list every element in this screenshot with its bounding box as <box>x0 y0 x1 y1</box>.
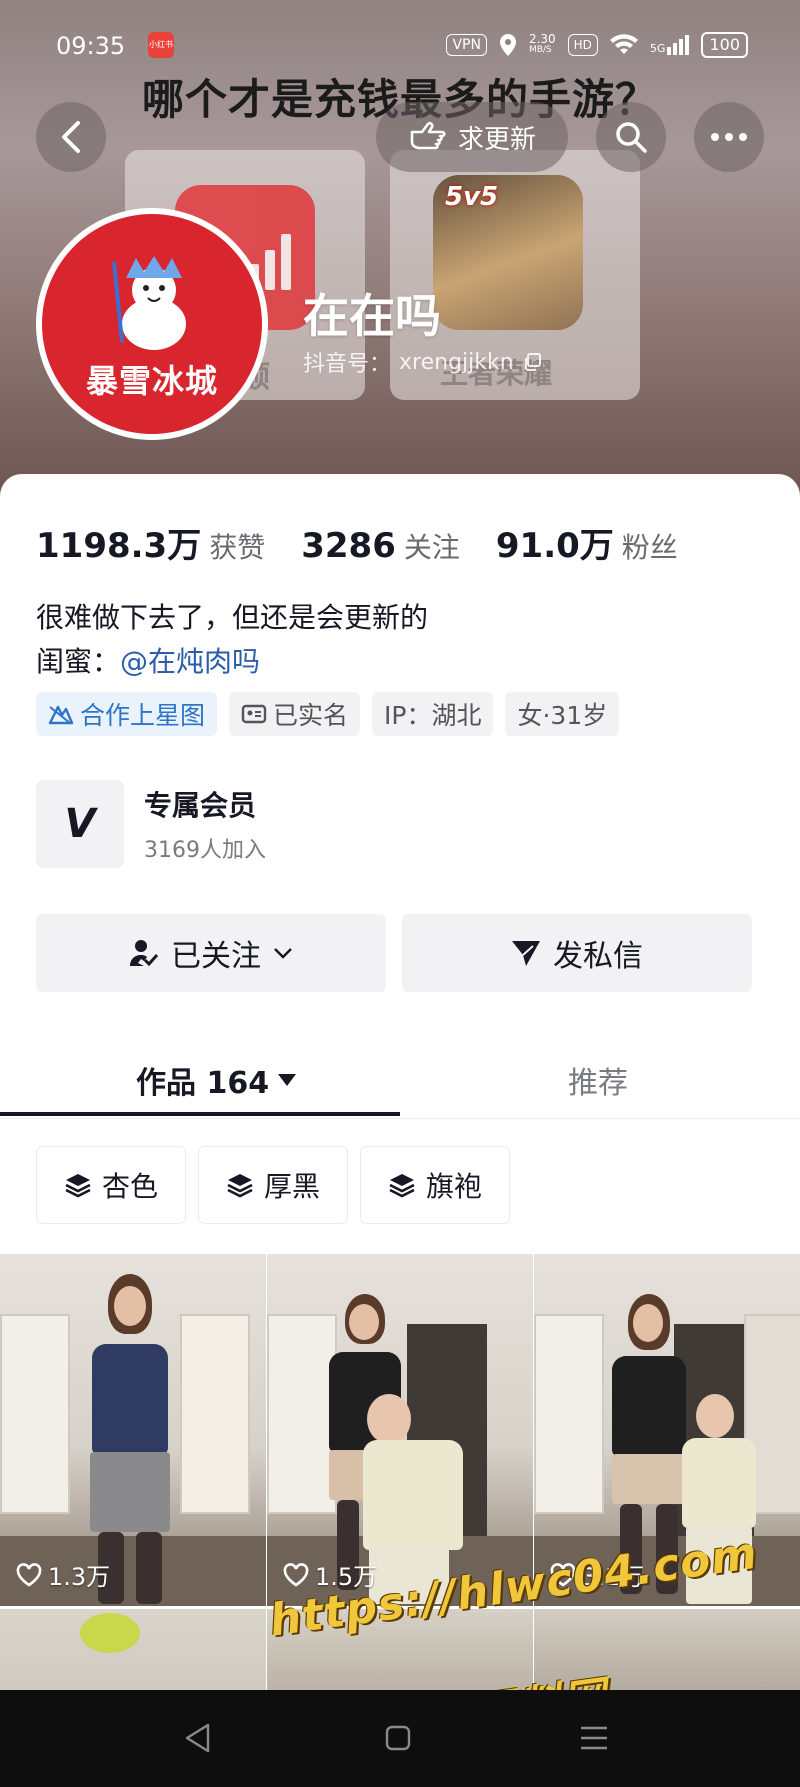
tag-star-cooperation[interactable]: 合作上星图 <box>36 692 218 736</box>
video-thumbnail[interactable]: 1.3万 <box>0 1254 266 1606</box>
tag-gender-age: 女·31岁 <box>505 692 620 736</box>
video-thumbnail[interactable]: 1.5万 <box>267 1254 533 1606</box>
bio-prefix: 闺蜜： <box>36 645 121 678</box>
more-button[interactable] <box>694 102 764 172</box>
membership-entry[interactable]: V 专属会员 3169人加入 <box>36 780 266 868</box>
collection-item[interactable]: 杏色 <box>36 1146 186 1224</box>
profile-nickname: 在在吗 <box>303 289 441 343</box>
signal-icon: 5G <box>650 35 690 55</box>
triangle-back-icon <box>185 1723 210 1753</box>
likes-count[interactable]: 1198.3万 <box>36 518 201 567</box>
following-label: 已关注 <box>171 939 261 974</box>
wifi-icon <box>609 34 638 54</box>
tab-divider <box>0 1118 800 1119</box>
ball-image <box>80 1613 140 1653</box>
send-icon <box>512 941 540 966</box>
cover-game-badge: 5v5 <box>445 182 499 212</box>
membership-logo: V <box>36 780 124 868</box>
nav-back-button[interactable] <box>180 1720 216 1756</box>
status-time: 09:35 <box>56 32 126 60</box>
following-count[interactable]: 3286 <box>301 526 396 566</box>
tab-works[interactable]: 作品 164 <box>136 1058 297 1102</box>
request-update-button[interactable]: 求更新 <box>376 102 568 172</box>
bio-mention-link[interactable]: @在炖肉吗 <box>120 645 260 678</box>
caret-down-icon <box>278 1074 297 1086</box>
system-navigation-bar <box>0 1690 800 1787</box>
hand-point-icon <box>410 121 446 150</box>
collection-item[interactable]: 厚黑 <box>198 1146 348 1224</box>
network-speed: 2.30 MB/S <box>528 32 556 55</box>
nav-home-button[interactable] <box>380 1720 416 1756</box>
followers-count[interactable]: 91.0万 <box>496 518 614 567</box>
search-icon <box>616 122 647 153</box>
notification-app-icon: 小红书 <box>148 32 174 58</box>
back-button[interactable] <box>36 102 106 172</box>
battery-indicator: 100 <box>701 32 748 58</box>
star-chart-icon <box>48 705 74 725</box>
membership-v-icon: V <box>64 801 96 847</box>
chevron-left-icon <box>62 121 80 153</box>
message-button[interactable]: 发私信 <box>402 914 752 992</box>
followers-label: 粉丝 <box>621 531 678 564</box>
avatar-text: 暴雪冰城 <box>85 362 218 400</box>
collections: 杏色 厚黑 旗袍 <box>36 1146 510 1224</box>
id-card-icon <box>241 704 267 724</box>
hd-indicator: HD <box>567 34 598 56</box>
user-check-icon <box>130 940 159 967</box>
search-button[interactable] <box>596 102 666 172</box>
membership-title: 专属会员 <box>144 789 257 822</box>
profile-actions: 已关注 发私信 <box>36 914 752 992</box>
collection-item[interactable]: 旗袍 <box>360 1146 510 1224</box>
nav-recents-button[interactable] <box>576 1720 612 1756</box>
profile-bio: 很难做下去了，但还是会更新的 闺蜜：@在炖肉吗 <box>36 596 428 684</box>
bio-line-2: 闺蜜：@在炖肉吗 <box>36 640 428 684</box>
video-thumbnail[interactable] <box>0 1609 266 1699</box>
douyin-id-value: xrengjjkkn <box>399 349 514 375</box>
bio-line-1: 很难做下去了，但还是会更新的 <box>36 601 429 634</box>
douyin-id-label: 抖音号： <box>303 352 392 377</box>
heart-icon <box>16 1562 42 1587</box>
chevron-down-icon <box>274 948 292 959</box>
request-update-label: 求更新 <box>457 124 536 155</box>
layers-icon <box>389 1174 415 1198</box>
profile-stats: 1198.3万 获赞 3286 关注 91.0万 粉丝 <box>36 518 714 567</box>
menu-lines-icon <box>581 1726 607 1750</box>
avatar[interactable]: 暴雪冰城 <box>36 208 268 440</box>
tag-verified[interactable]: 已实名 <box>229 692 361 736</box>
following-button[interactable]: 已关注 <box>36 914 386 992</box>
avatar-image: 暴雪冰城 <box>42 214 262 434</box>
vpn-indicator: VPN <box>446 34 487 56</box>
tag-ip-location: IP：湖北 <box>372 692 494 736</box>
heart-icon <box>283 1562 309 1587</box>
location-icon <box>499 34 516 56</box>
video-likes: 1.3万 <box>16 1557 110 1592</box>
more-icon <box>711 133 747 141</box>
square-home-icon <box>385 1725 411 1751</box>
copy-icon[interactable] <box>522 352 542 372</box>
profile-tags: 合作上星图 已实名 IP：湖北 女·31岁 <box>36 692 620 736</box>
snowman-mascot-icon <box>112 256 186 350</box>
likes-label: 获赞 <box>209 531 266 564</box>
profile-tabs: 作品 164 推荐 <box>0 1040 800 1118</box>
membership-count: 3169人加入 <box>144 838 266 863</box>
tab-recommend[interactable]: 推荐 <box>568 1058 628 1102</box>
active-tab-indicator <box>0 1112 400 1116</box>
layers-icon <box>227 1174 253 1198</box>
video-grid: 1.3万 1.5万 3.1万 <box>0 1254 800 1699</box>
status-bar: 09:35 小红书 VPN 2.30 MB/S HD 5G 100 <box>0 0 800 90</box>
layers-icon <box>65 1174 91 1198</box>
message-label: 发私信 <box>553 939 643 974</box>
douyin-id[interactable]: 抖音号： xrengjjkkn <box>303 346 542 378</box>
following-label: 关注 <box>403 531 460 564</box>
